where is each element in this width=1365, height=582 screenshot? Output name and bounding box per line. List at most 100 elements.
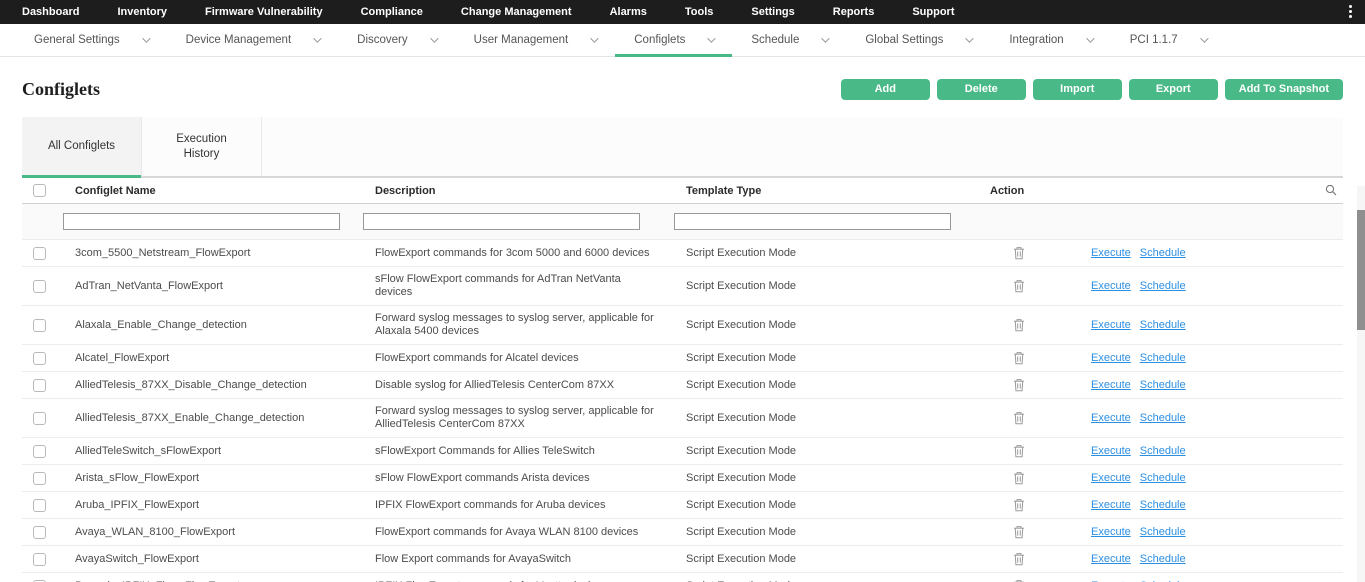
execute-link[interactable]: Execute <box>1091 280 1131 292</box>
topnav-item[interactable]: Change Management <box>461 6 572 18</box>
schedule-link[interactable]: Schedule <box>1140 526 1186 538</box>
subnav-item[interactable]: PCI 1.1.7 <box>1111 24 1225 56</box>
delete-trash-icon[interactable] <box>1013 498 1025 512</box>
delete-trash-icon[interactable] <box>1013 411 1025 425</box>
schedule-link[interactable]: Schedule <box>1140 553 1186 565</box>
vertical-scrollbar[interactable] <box>1357 186 1365 582</box>
delete-trash-icon[interactable] <box>1013 378 1025 392</box>
execute-link[interactable]: Execute <box>1091 499 1131 511</box>
column-header-template-type: Template Type <box>686 185 990 197</box>
row-checkbox[interactable] <box>33 526 46 539</box>
execute-link[interactable]: Execute <box>1091 553 1131 565</box>
template-type: Script Execution Mode <box>686 280 990 292</box>
row-checkbox[interactable] <box>33 472 46 485</box>
topnav-item[interactable]: Compliance <box>361 6 423 18</box>
page-actions: Add Delete Import Export Add To Snapshot <box>841 79 1343 100</box>
subnav-item[interactable]: User Management <box>455 24 616 56</box>
execute-link[interactable]: Execute <box>1091 526 1131 538</box>
delete-trash-icon[interactable] <box>1013 246 1025 260</box>
row-checkbox[interactable] <box>33 379 46 392</box>
subnav-item[interactable]: Global Settings <box>846 24 990 56</box>
delete-trash-icon[interactable] <box>1013 444 1025 458</box>
row-actions: Execute Schedule <box>990 246 1343 260</box>
action-button[interactable]: Delete <box>937 79 1026 100</box>
row-actions: Execute Schedule <box>990 498 1343 512</box>
delete-trash-icon[interactable] <box>1013 552 1025 566</box>
topnav-item[interactable]: Alarms <box>610 6 647 18</box>
table-row: AlliedTelesis_87XX_Enable_Change_detecti… <box>22 399 1343 438</box>
tab[interactable]: Execution History <box>142 117 262 176</box>
row-checkbox[interactable] <box>33 499 46 512</box>
execute-link[interactable]: Execute <box>1091 412 1131 424</box>
tab[interactable]: All Configlets <box>22 117 142 176</box>
execute-link[interactable]: Execute <box>1091 352 1131 364</box>
topnav-item[interactable]: Inventory <box>117 6 167 18</box>
subnav-item-label: Integration <box>1009 34 1063 46</box>
search-icon[interactable] <box>1325 184 1337 196</box>
row-checkbox[interactable] <box>33 319 46 332</box>
schedule-link[interactable]: Schedule <box>1140 499 1186 511</box>
subnav-item[interactable]: Device Management <box>167 24 338 56</box>
delete-trash-icon[interactable] <box>1013 351 1025 365</box>
chevron-down-icon <box>966 34 974 42</box>
topnav-item[interactable]: Firmware Vulnerability <box>205 6 323 18</box>
schedule-link[interactable]: Schedule <box>1140 379 1186 391</box>
filter-template-type-input[interactable] <box>674 213 951 230</box>
topnav-item[interactable]: Support <box>912 6 954 18</box>
execute-link[interactable]: Execute <box>1091 379 1131 391</box>
schedule-link[interactable]: Schedule <box>1140 412 1186 424</box>
row-checkbox[interactable] <box>33 412 46 425</box>
schedule-link[interactable]: Schedule <box>1140 352 1186 364</box>
column-header-description: Description <box>375 185 686 197</box>
action-button[interactable]: Import <box>1033 79 1122 100</box>
schedule-link[interactable]: Schedule <box>1140 280 1186 292</box>
configlet-description: Disable syslog for AlliedTelesis CenterC… <box>375 379 686 392</box>
execute-link[interactable]: Execute <box>1091 319 1131 331</box>
topnav-item[interactable]: Settings <box>751 6 794 18</box>
scrollbar-thumb[interactable] <box>1357 210 1365 330</box>
table-row: AdTran_NetVanta_FlowExport sFlow FlowExp… <box>22 267 1343 306</box>
schedule-link[interactable]: Schedule <box>1140 247 1186 259</box>
delete-trash-icon[interactable] <box>1013 525 1025 539</box>
delete-trash-icon[interactable] <box>1013 471 1025 485</box>
execute-link[interactable]: Execute <box>1091 445 1131 457</box>
select-all-checkbox[interactable] <box>33 184 46 197</box>
delete-trash-icon[interactable] <box>1013 279 1025 293</box>
kebab-vertical-icon[interactable] <box>1349 5 1352 18</box>
table-row: AvayaSwitch_FlowExport Flow Export comma… <box>22 546 1343 573</box>
row-actions: Execute Schedule <box>990 471 1343 485</box>
filter-configlet-name-input[interactable] <box>63 213 340 230</box>
table-header-row: Configlet Name Description Template Type… <box>22 178 1343 204</box>
subnav-item[interactable]: Schedule <box>732 24 846 56</box>
chevron-down-icon <box>1200 34 1208 42</box>
page-title: Configlets <box>22 79 100 100</box>
schedule-link[interactable]: Schedule <box>1140 445 1186 457</box>
tab-label: All Configlets <box>48 139 115 154</box>
action-button[interactable]: Add <box>841 79 930 100</box>
configlet-name: AlliedTelesis_87XX_Enable_Change_detecti… <box>75 412 375 424</box>
topnav-item[interactable]: Tools <box>685 6 714 18</box>
topnav-item[interactable]: Reports <box>833 6 875 18</box>
filter-description-input[interactable] <box>363 213 640 230</box>
configlet-name: AlliedTelesis_87XX_Disable_Change_detect… <box>75 379 375 391</box>
row-checkbox[interactable] <box>33 280 46 293</box>
row-actions: Execute Schedule <box>990 279 1343 293</box>
row-checkbox[interactable] <box>33 553 46 566</box>
row-checkbox[interactable] <box>33 247 46 260</box>
topnav-item[interactable]: Dashboard <box>22 6 79 18</box>
execute-link[interactable]: Execute <box>1091 247 1131 259</box>
schedule-link[interactable]: Schedule <box>1140 319 1186 331</box>
table-row: Alaxala_Enable_Change_detection Forward … <box>22 306 1343 345</box>
action-button[interactable]: Export <box>1129 79 1218 100</box>
subnav-item[interactable]: Discovery <box>338 24 454 56</box>
template-type: Script Execution Mode <box>686 445 990 457</box>
subnav-item[interactable]: General Settings <box>15 24 167 56</box>
row-checkbox[interactable] <box>33 352 46 365</box>
schedule-link[interactable]: Schedule <box>1140 472 1186 484</box>
execute-link[interactable]: Execute <box>1091 472 1131 484</box>
subnav-item[interactable]: Integration <box>990 24 1110 56</box>
action-button[interactable]: Add To Snapshot <box>1225 79 1343 100</box>
row-checkbox[interactable] <box>33 445 46 458</box>
delete-trash-icon[interactable] <box>1013 318 1025 332</box>
subnav-item[interactable]: Configlets <box>615 24 732 56</box>
